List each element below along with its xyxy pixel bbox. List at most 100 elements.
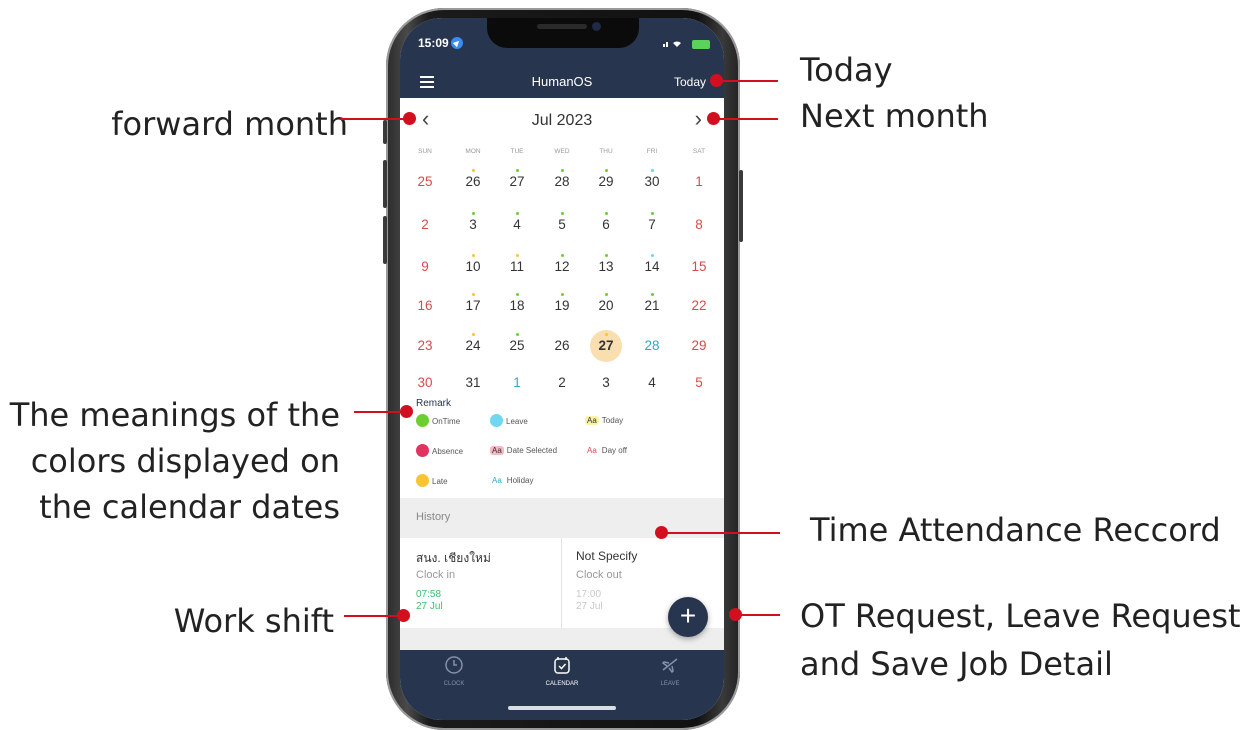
tab-leave-label: LEAVE (660, 681, 680, 687)
calendar-day[interactable]: 15 (679, 252, 719, 282)
calendar-day[interactable]: 30 (405, 368, 445, 398)
legend-late: Late (416, 474, 448, 487)
annotation-next-month-dot (707, 112, 720, 125)
attendance-dot (471, 333, 475, 336)
phone-notch (487, 18, 639, 48)
tab-clock[interactable]: CLOCK (414, 655, 494, 687)
calendar-day[interactable]: 16 (405, 291, 445, 321)
day-off-swatch: Aa (587, 446, 597, 455)
annotation-work-shift-dot (397, 609, 410, 622)
attendance-dot (471, 169, 475, 172)
annotation-history-dot (655, 526, 668, 539)
calendar-day[interactable]: 1 (497, 368, 537, 398)
attendance-dot (604, 293, 608, 296)
attendance-dot (515, 254, 519, 257)
calendar-check-icon (554, 657, 570, 674)
today-swatch: Aa (585, 416, 599, 425)
weekday-header: FRI (646, 148, 658, 155)
volume-up-button (383, 160, 387, 208)
clock-in-location: สนง. เชียงใหม่ (416, 551, 491, 565)
calendar-day[interactable]: 26 (542, 331, 582, 361)
annotation-history: Time Attendance Reccord (810, 511, 1221, 549)
annotation-remark-line-3: the calendar dates (39, 488, 340, 526)
attendance-dot (515, 293, 519, 296)
annotation-remark-line (354, 411, 406, 413)
attendance-dot (471, 254, 475, 257)
annotation-history-line (662, 532, 780, 534)
next-month-button[interactable]: › (695, 106, 702, 132)
legend-title: Remark (416, 398, 452, 409)
annotation-forward-month-line (340, 118, 406, 120)
home-indicator (508, 706, 616, 710)
absence-swatch (416, 444, 429, 457)
calendar-day[interactable]: 31 (453, 368, 493, 398)
attendance-dot (515, 169, 519, 172)
clock-out-location: Not Specify (576, 549, 638, 563)
calendar-day[interactable]: 2 (542, 368, 582, 398)
attendance-dot (560, 212, 564, 215)
late-swatch (416, 474, 429, 487)
calendar-day[interactable]: 23 (405, 331, 445, 361)
calendar-day[interactable]: 9 (405, 252, 445, 282)
clock-out-time: 17:00 (576, 589, 602, 600)
calendar-day[interactable]: 28 (632, 331, 672, 361)
add-request-button[interactable]: + (668, 597, 708, 637)
ontime-swatch (416, 414, 429, 427)
weekday-header: THU (599, 148, 613, 155)
attendance-dot (471, 212, 475, 215)
front-camera (592, 22, 601, 31)
calendar-day[interactable]: 25 (405, 167, 445, 197)
legend-day-off: Aa Day off (587, 446, 627, 455)
calendar-day[interactable]: 5 (679, 368, 719, 398)
annotation-fab-line-2: and Save Job Detail (800, 645, 1113, 683)
power-button (739, 170, 743, 242)
month-label: Jul 2023 (531, 112, 593, 129)
legend-today: Aa Today (585, 416, 624, 425)
legend-date-selected: Aa Date Selected (490, 446, 558, 455)
attendance-dot (604, 212, 608, 215)
annotation-next-month-line (716, 118, 778, 120)
calendar-day[interactable]: 29 (679, 331, 719, 361)
attendance-dot (604, 169, 608, 172)
speaker-grille (537, 24, 587, 29)
weekday-header: WED (554, 148, 570, 155)
tab-calendar[interactable]: CALENDAR (522, 655, 602, 687)
calendar-day[interactable]: 1 (679, 167, 719, 197)
holiday-swatch: Aa (492, 476, 502, 485)
annotation-fab-line (736, 614, 780, 616)
calendar-day[interactable]: 2 (405, 210, 445, 240)
attendance-dot (650, 169, 654, 172)
legend-leave: Leave (490, 414, 528, 427)
annotation-remark-line-1: The meanings of the (9, 396, 340, 434)
annotation-today: Today (800, 51, 893, 89)
date-selected-swatch: Aa (490, 446, 504, 455)
attendance-dot (560, 293, 564, 296)
annotation-remark-dot (400, 405, 413, 418)
weekday-header: SUN (418, 148, 432, 155)
annotation-remark-line-2: colors displayed on (30, 442, 340, 480)
calendar-day[interactable]: 3 (586, 368, 626, 398)
annotation-next-month: Next month (800, 97, 989, 135)
annotation-forward-month: forward month (111, 105, 348, 143)
attendance-dot (560, 169, 564, 172)
annotation-work-shift: Work shift (173, 602, 334, 640)
status-time: 15:09 (418, 36, 463, 50)
annotation-today-dot (710, 74, 723, 87)
legend-holiday: Aa Holiday (492, 476, 534, 485)
battery-icon (692, 40, 710, 49)
today-button[interactable]: Today (674, 75, 706, 89)
volume-down-button (383, 216, 387, 264)
tab-leave[interactable]: LEAVE (630, 655, 710, 687)
tab-calendar-label: CALENDAR (545, 681, 579, 687)
attendance-dot (604, 254, 608, 257)
calendar-day[interactable]: 22 (679, 291, 719, 321)
bottom-tab-bar: CLOCK CALENDAR LEAVE (400, 650, 724, 720)
attendance-dot (515, 212, 519, 215)
month-navigation: ‹ Jul 2023 › (400, 98, 724, 138)
calendar-day[interactable]: 4 (632, 368, 672, 398)
calendar-day[interactable]: 8 (679, 210, 719, 240)
attendance-dot (560, 254, 564, 257)
attendance-dot (515, 333, 519, 336)
annotation-fab-line-1: OT Request, Leave Request (800, 597, 1241, 635)
attendance-dot (604, 333, 608, 336)
